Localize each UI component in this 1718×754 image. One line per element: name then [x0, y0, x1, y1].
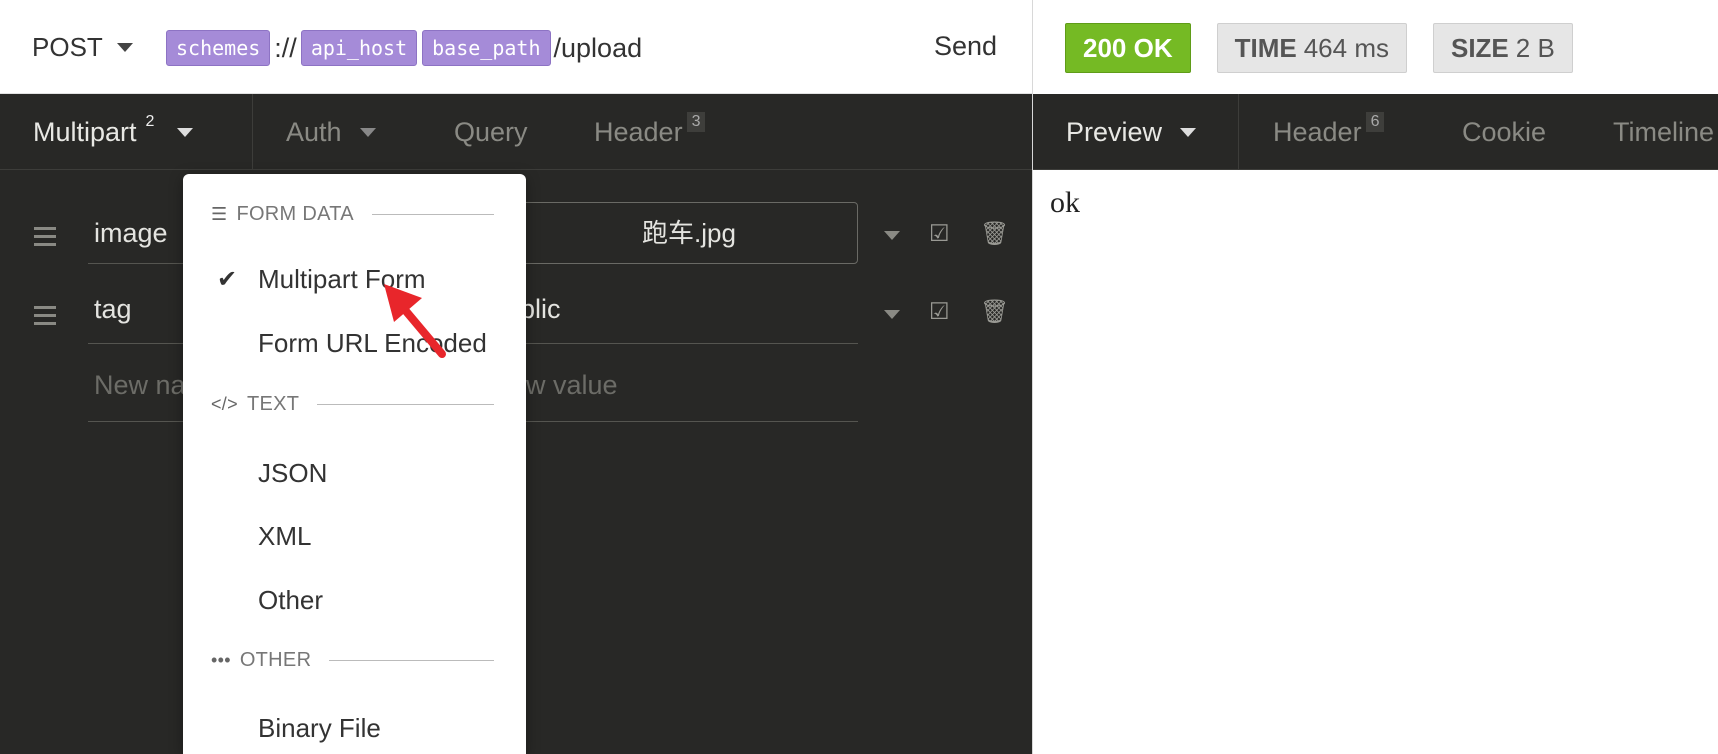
chevron-down-icon[interactable]: [884, 310, 900, 319]
send-button[interactable]: Send: [934, 31, 997, 62]
divider: [317, 403, 494, 405]
tab-label: Timeline: [1613, 116, 1715, 147]
tab-cookie[interactable]: Cookie: [1462, 94, 1546, 170]
tab-label: Query: [454, 116, 528, 147]
chevron-down-icon: [1180, 127, 1197, 137]
request-tabs: Multipart 2 Auth Query Header 3: [0, 94, 1032, 170]
tab-body[interactable]: Multipart 2: [33, 94, 194, 170]
time-badge: TIME 464 ms: [1216, 23, 1407, 73]
menu-item-json[interactable]: JSON: [258, 458, 327, 489]
response-status-bar: 200 OK TIME 464 ms SIZE 2 B: [1065, 23, 1573, 73]
chevron-down-icon[interactable]: [884, 231, 900, 240]
divider: [329, 659, 494, 661]
method-label: POST: [32, 32, 103, 62]
ellipsis-icon: •••: [211, 649, 231, 670]
section-header-text: </> TEXT: [211, 392, 494, 416]
tab-timeline[interactable]: Timeline: [1613, 94, 1714, 170]
list-icon: ☰: [211, 203, 228, 224]
response-tabs: Preview Header 6 Cookie Timeline: [1033, 94, 1718, 170]
param-name-input[interactable]: tag: [88, 294, 198, 344]
tab-label: Header: [594, 116, 683, 147]
trash-icon[interactable]: 🗑: [980, 298, 1009, 325]
tab-divider: [1238, 94, 1239, 170]
divider: [371, 213, 494, 215]
checkbox-icon[interactable]: ☑: [929, 220, 950, 247]
file-chooser-button[interactable]: 跑车.jpg: [520, 202, 858, 264]
param-name-input[interactable]: image: [88, 218, 198, 264]
chevron-down-icon: [177, 127, 194, 137]
env-var-tag[interactable]: schemes: [166, 30, 271, 66]
env-var-tag[interactable]: api_host: [300, 30, 418, 66]
tab-divider: [252, 94, 253, 170]
new-value-input[interactable]: w value: [520, 370, 858, 422]
url-separator: ://: [274, 32, 297, 63]
menu-item-xml[interactable]: XML: [258, 521, 311, 552]
tab-query[interactable]: Query: [454, 94, 528, 170]
section-title: FORM DATA: [236, 202, 354, 225]
tab-label: Header: [1273, 116, 1362, 147]
method-dropdown[interactable]: POST: [32, 32, 133, 63]
menu-item-form-url-encoded[interactable]: Form URL Encoded: [258, 328, 487, 359]
count-badge: 3: [686, 112, 706, 132]
tab-label: Auth: [286, 116, 342, 147]
new-name-input[interactable]: New na: [88, 370, 198, 422]
url-bar: POST schemes :// api_host base_path /upl…: [0, 0, 1032, 94]
menu-item-binary-file[interactable]: Binary File: [258, 713, 381, 744]
tab-label: Preview: [1066, 116, 1163, 147]
time-value: 464 ms: [1303, 32, 1389, 63]
param-value-input[interactable]: blic: [520, 294, 858, 344]
section-title: OTHER: [239, 648, 312, 671]
tab-label: Multipart: [33, 116, 137, 147]
env-var-tag[interactable]: base_path: [422, 30, 551, 66]
trash-icon[interactable]: 🗑: [980, 220, 1009, 247]
response-body-preview: ok: [1050, 186, 1080, 219]
size-label: SIZE: [1450, 32, 1509, 63]
count-badge: 2: [145, 113, 155, 130]
body-type-dropdown: ☰ FORM DATA ✔ Multipart Form Form URL En…: [183, 174, 526, 754]
status-badge: 200 OK: [1065, 23, 1191, 73]
url-input[interactable]: schemes :// api_host base_path /upload: [166, 30, 642, 66]
section-header-other: ••• OTHER: [211, 648, 494, 672]
tab-auth[interactable]: Auth: [286, 94, 376, 170]
size-badge: SIZE 2 B: [1432, 23, 1573, 73]
url-path: /upload: [553, 32, 643, 63]
check-icon: ✔: [217, 266, 238, 293]
checkbox-icon[interactable]: ☑: [929, 298, 950, 325]
red-arrow-annotation: [384, 284, 446, 358]
section-title: TEXT: [246, 392, 300, 415]
size-value: 2 B: [1515, 32, 1555, 63]
drag-handle-icon[interactable]: [34, 306, 56, 330]
tab-label: Cookie: [1462, 116, 1547, 147]
section-header-form-data: ☰ FORM DATA: [211, 202, 494, 226]
menu-item-other-text[interactable]: Other: [258, 585, 323, 616]
tab-preview[interactable]: Preview: [1066, 94, 1197, 170]
tab-header[interactable]: Header 3: [594, 94, 706, 170]
drag-handle-icon[interactable]: [34, 227, 56, 251]
count-badge: 6: [1365, 112, 1385, 132]
code-icon: </>: [211, 393, 238, 414]
time-label: TIME: [1234, 32, 1297, 63]
chevron-down-icon: [359, 127, 376, 137]
tab-response-header[interactable]: Header 6: [1273, 94, 1385, 170]
chevron-down-icon: [116, 43, 133, 52]
